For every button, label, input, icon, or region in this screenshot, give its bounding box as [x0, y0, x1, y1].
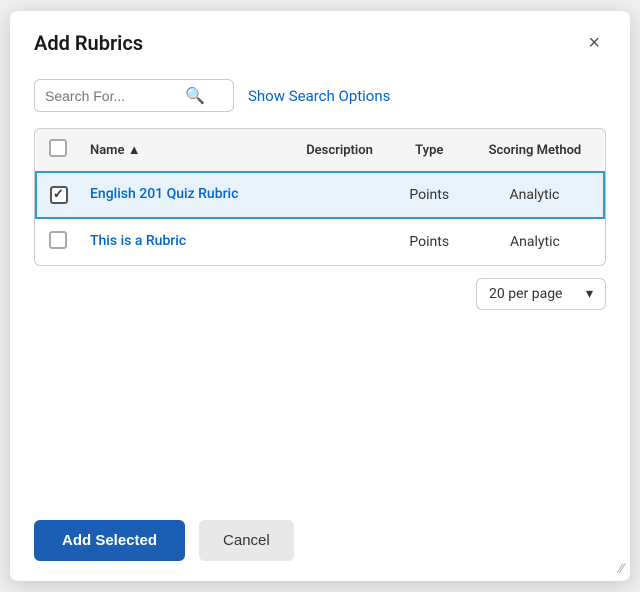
- add-rubrics-modal: Add Rubrics × 🔍 Show Search Options Name…: [10, 11, 630, 581]
- row1-name[interactable]: English 201 Quiz Rubric: [80, 172, 286, 218]
- close-button[interactable]: ×: [582, 31, 606, 55]
- row1-checkbox[interactable]: [50, 186, 68, 204]
- row2-description: [286, 218, 392, 265]
- rubrics-table: Name ▲ Description Type Scoring Method E…: [35, 129, 605, 265]
- footer-row: Add Selected Cancel: [10, 504, 630, 581]
- row1-description: [286, 172, 392, 218]
- resize-handle[interactable]: ∕∕: [619, 560, 624, 577]
- per-page-select[interactable]: 20 per page ▾: [476, 278, 606, 310]
- table-header-row: Name ▲ Description Type Scoring Method: [36, 129, 604, 172]
- header-name: Name ▲: [80, 129, 286, 172]
- select-all-checkbox[interactable]: [49, 139, 67, 157]
- row1-type: Points: [393, 172, 466, 218]
- row2-checkbox[interactable]: [49, 231, 67, 249]
- search-row: 🔍 Show Search Options: [10, 71, 630, 128]
- header-type: Type: [393, 129, 466, 172]
- table-row[interactable]: This is a Rubric Points Analytic: [36, 218, 604, 265]
- header-scoring-method: Scoring Method: [466, 129, 604, 172]
- row2-scoring-method: Analytic: [466, 218, 604, 265]
- show-search-options-link[interactable]: Show Search Options: [248, 87, 390, 105]
- header-checkbox-cell: [36, 129, 80, 172]
- pagination-row: 20 per page ▾: [10, 266, 630, 322]
- row1-scoring-method: Analytic: [466, 172, 604, 218]
- search-input[interactable]: [45, 88, 185, 104]
- search-icon: 🔍: [185, 86, 205, 105]
- modal-title: Add Rubrics: [34, 31, 143, 55]
- per-page-label: 20 per page: [489, 286, 562, 302]
- cancel-button[interactable]: Cancel: [199, 520, 294, 561]
- add-selected-button[interactable]: Add Selected: [34, 520, 185, 561]
- row2-name[interactable]: This is a Rubric: [80, 218, 286, 265]
- chevron-down-icon: ▾: [586, 286, 593, 302]
- table-row[interactable]: English 201 Quiz Rubric Points Analytic: [36, 172, 604, 218]
- modal-header: Add Rubrics ×: [10, 11, 630, 71]
- header-description: Description: [286, 129, 392, 172]
- rubrics-table-container: Name ▲ Description Type Scoring Method E…: [34, 128, 606, 266]
- search-box[interactable]: 🔍: [34, 79, 234, 112]
- row2-checkbox-cell[interactable]: [36, 218, 80, 265]
- row1-checkbox-cell[interactable]: [36, 172, 80, 218]
- row2-type: Points: [393, 218, 466, 265]
